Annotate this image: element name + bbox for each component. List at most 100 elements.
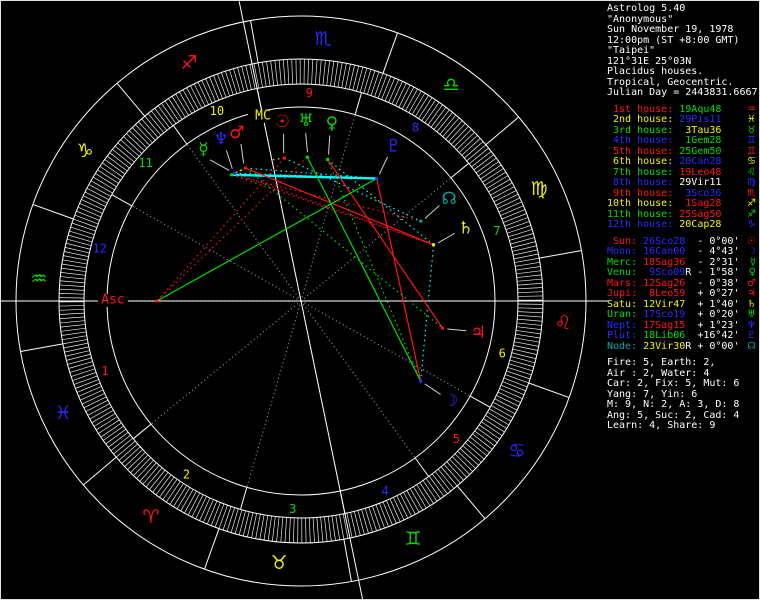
planet-delta: +16°42' — [691, 330, 740, 341]
house-row: 2nd house: 29Pis11 ♓ — [607, 114, 759, 126]
stats-text: Fire: 5, Earth: 2, — [607, 357, 716, 368]
planet-label: Moon: — [607, 246, 644, 257]
house-number: 4 — [381, 484, 388, 498]
planet-value: 17Sco19 — [643, 309, 686, 320]
sagittarius-icon: ♐ — [180, 52, 197, 74]
house-number: 5 — [453, 432, 460, 446]
house-number: 1 — [102, 364, 109, 378]
house-number: 7 — [493, 224, 500, 238]
planet-value: 9Sco09 — [643, 267, 686, 278]
planet-row: Jupi: 8Leo59 + 0°27' ♃ — [607, 288, 759, 300]
header-text: "Taipei" — [607, 45, 656, 56]
pluto-icon: ♇ — [386, 137, 401, 157]
planet-label: Jupi: — [607, 288, 644, 299]
capricorn-icon: ♑ — [77, 140, 94, 162]
planet-value: 16Can00 — [643, 246, 686, 257]
house-value: 1Sag28 — [673, 198, 722, 209]
planet-label: Uran: — [607, 309, 644, 320]
virgo-icon: ♍ — [530, 178, 547, 200]
cancer-icon: ♋ — [508, 440, 525, 462]
capricorn-icon: ♑ — [747, 219, 756, 230]
aquarius-icon: ♒ — [30, 268, 47, 290]
planet-dot — [305, 155, 309, 159]
house-number: 2 — [183, 468, 190, 482]
planet-row: Moon: 16Can00 - 4°43' ☽ — [607, 246, 759, 258]
house-row: 4th house: 1Gem28 ♊ — [607, 135, 759, 147]
stats-line: Fire: 5, Earth: 2, — [607, 357, 759, 369]
neptune-icon: ♆ — [213, 130, 228, 150]
pluto-icon: ♇ — [747, 330, 756, 341]
planet-dot — [282, 156, 286, 160]
chart-wheel: ☉☽☿♀♂♃♄♅♆ ♇☊123456789101112♈♉♊♋♌♍♎♏♐♑♒♓As… — [1, 1, 609, 599]
house-label: 6th house: — [607, 156, 674, 167]
uranus-icon: ♅ — [747, 309, 756, 320]
pisces-icon: ♓ — [747, 114, 756, 125]
scorpio-icon: ♏ — [314, 28, 331, 50]
house-value: 29Pis11 — [673, 114, 722, 125]
stats-text: M: 9, N: 2, A: 3, D: 8 — [607, 399, 740, 410]
house-row: 8th house: 29Vir11 ♍ — [607, 177, 759, 189]
header-text: Julian Day = 2443831.6667 — [607, 87, 758, 98]
house-label: 12th house: — [607, 219, 674, 230]
asc-dot — [155, 299, 159, 303]
stats-line: Car: 2, Fix: 5, Mut: 6 — [607, 378, 759, 390]
app-title: Astrolog 5.40 — [607, 3, 686, 14]
house-value: 20Can28 — [673, 156, 722, 167]
planet-dot — [375, 176, 379, 180]
planet-delta: + 0°00' — [691, 340, 740, 352]
planet-label: Plut: — [607, 330, 644, 341]
house-number: 9 — [306, 86, 313, 100]
pisces-icon: ♓ — [55, 402, 72, 424]
info-panel: Astrolog 5.40 "Anonymous" Sun November 19,… — [607, 3, 759, 432]
jupiter-icon: ♃ — [471, 323, 486, 343]
uranus-icon: ♅ — [298, 111, 313, 131]
planet-delta: + 0°27' — [691, 288, 740, 299]
stats-text: Car: 2, Fix: 5, Mut: 6 — [607, 378, 740, 389]
libra-icon: ♎ — [443, 74, 460, 96]
planet-value: 8Leo59 — [643, 288, 686, 299]
planet-label: Venu: — [607, 267, 644, 278]
sagittarius-icon: ♐ — [747, 198, 756, 209]
mercury-icon: ☿ — [198, 140, 208, 160]
planet-value: 23Vir30 — [643, 340, 686, 352]
node-icon: ☊ — [442, 189, 457, 209]
aries-icon: ♈ — [142, 506, 159, 528]
header-line: Placidus houses. — [607, 66, 759, 78]
house-row: 10th house: 1Sag28 ♐ — [607, 198, 759, 210]
house-row: 6th house: 20Can28 ♋ — [607, 156, 759, 168]
jupiter-icon: ♃ — [747, 288, 756, 299]
house-value: 20Cap28 — [673, 219, 722, 230]
asc-label: Asc — [101, 293, 124, 308]
planet-delta: - 4°43' — [691, 246, 740, 257]
planet-dot — [440, 326, 444, 330]
house-number: 10 — [210, 104, 224, 118]
mars-icon: ♂ — [229, 123, 244, 143]
planet-value: 18Lib06 — [643, 330, 686, 341]
header-text: Sun November 19, 1978 — [607, 24, 734, 35]
house-label: 4th house: — [607, 135, 674, 146]
house-number: 12 — [93, 241, 107, 255]
node-icon: ☊ — [747, 340, 756, 352]
planet-delta: + 0°20' — [691, 309, 740, 320]
stats-line: M: 9, N: 2, A: 3, D: 8 — [607, 399, 759, 411]
moon-icon: ☽ — [443, 391, 458, 411]
moon-icon: ☽ — [747, 246, 756, 257]
leo-icon: ♌ — [555, 312, 572, 334]
house-number: 11 — [138, 156, 152, 170]
planet-dot — [432, 243, 436, 247]
stats-text: Learn: 4, Share: 9 — [607, 420, 716, 431]
planet-delta: - 1°58' — [691, 267, 740, 278]
header-text: Placidus houses. — [607, 66, 704, 77]
header-line: Julian Day = 2443831.6667 — [607, 87, 759, 99]
house-value: 29Vir11 — [673, 177, 722, 188]
planet-label: Node: — [607, 340, 644, 352]
planet-dot — [233, 171, 237, 175]
planet-dot — [244, 166, 248, 170]
venus-icon: ♀ — [326, 114, 338, 134]
venus-icon: ♀ — [748, 267, 756, 278]
header-line: "Taipei" — [607, 45, 759, 57]
house-number: 8 — [412, 120, 419, 134]
house-label: 8th house: — [607, 177, 674, 188]
planet-row: Node: 23Vir30 R + 0°00' ☊ — [607, 340, 759, 353]
header-line: Astrolog 5.40 — [607, 3, 759, 15]
